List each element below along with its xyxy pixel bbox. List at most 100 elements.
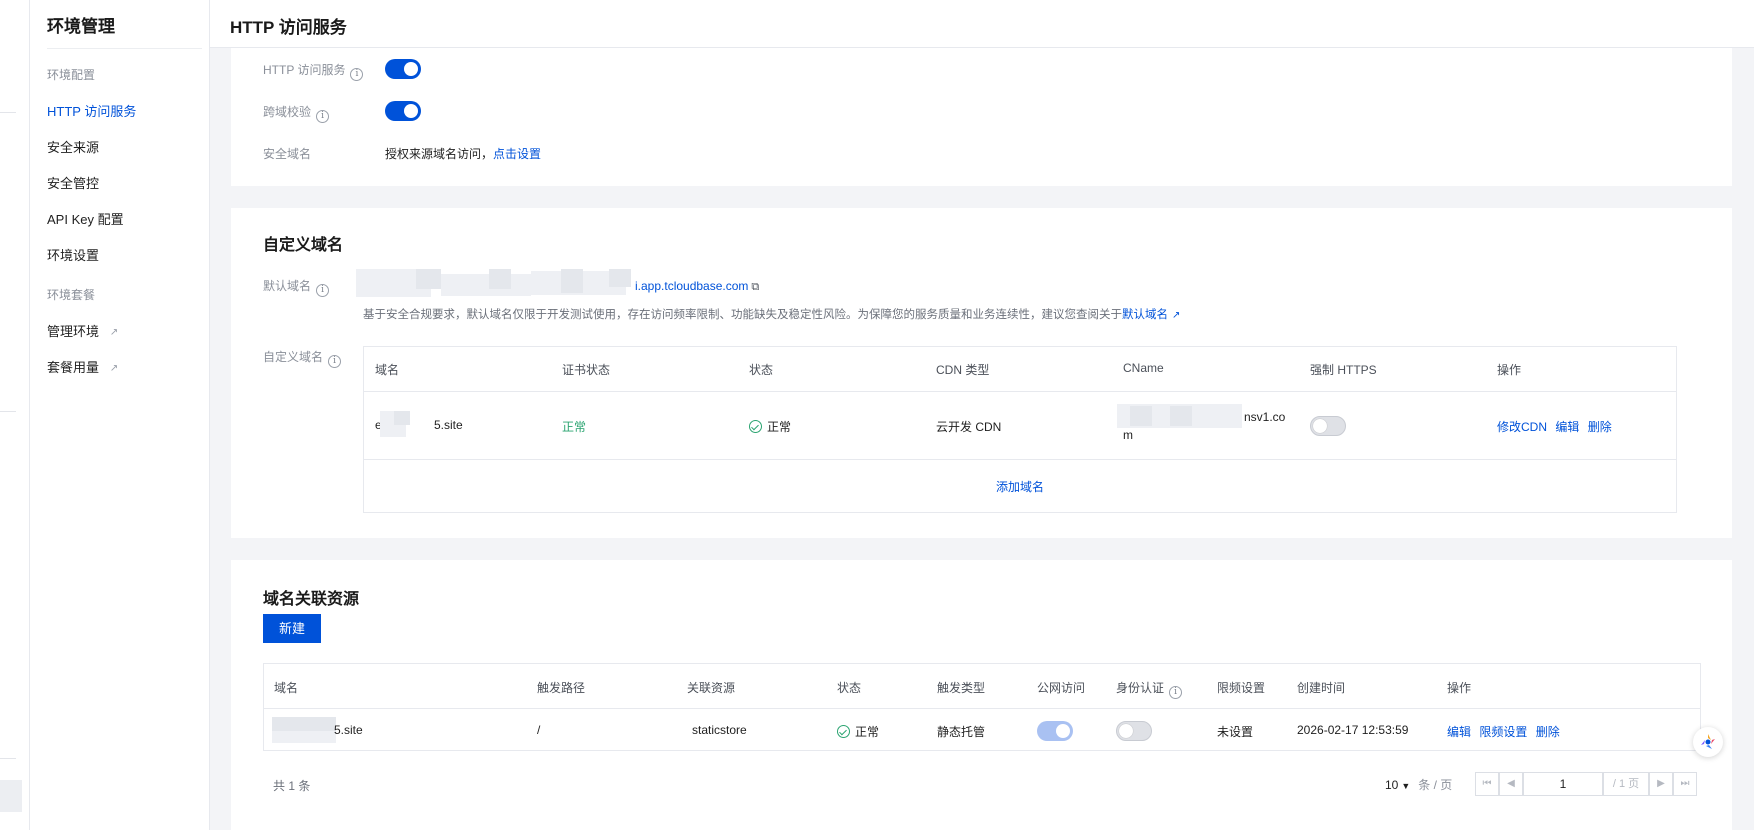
domain-suffix: 5.site (434, 418, 463, 432)
column-header: 状态 (837, 681, 862, 695)
column-header: 域名 (375, 363, 400, 377)
info-icon[interactable]: i (350, 68, 364, 81)
page-header: HTTP 访问服务 (210, 0, 1754, 48)
resource-link[interactable]: staticstore (692, 723, 747, 737)
default-domain-value: i.app.tcloudbase.com ⧉ (635, 279, 759, 294)
page-size-value: 10 (1385, 778, 1399, 792)
ai-assistant-button[interactable] (1693, 727, 1723, 757)
status-badge: 正常 (749, 418, 791, 435)
left-rail (0, 0, 30, 830)
info-icon[interactable]: i (328, 355, 342, 368)
external-link-icon: ↗ (1172, 310, 1181, 321)
add-domain-row: 添加域名 (364, 478, 1676, 495)
column-header: 强制 HTTPS (1310, 363, 1377, 377)
redacted-block (441, 274, 531, 296)
column-header: 身份认证 i (1116, 679, 1183, 699)
redacted-block (394, 411, 410, 425)
rail-collapse-button[interactable] (0, 780, 22, 812)
redacted-block (1130, 406, 1152, 426)
resources-table: 域名 触发路径 关联资源 状态 触发类型 公网访问 身份认证 i 限频设置 创建时… (263, 663, 1701, 751)
delete-link[interactable]: 删除 (1536, 725, 1560, 739)
column-header: CName (1123, 361, 1164, 375)
table-divider (364, 459, 1676, 460)
domain-resources-card: 域名关联资源 新建 域名 触发路径 关联资源 状态 触发类型 公网访问 身份认证… (231, 560, 1732, 830)
sidebar-item-env-settings[interactable]: 环境设置 (47, 245, 99, 264)
custom-domain-card: 自定义域名 默认域名 i i.app.tcloudbase.com ⧉ 基于安全合规… (231, 208, 1732, 538)
rate-limit-settings-link[interactable]: 限频设置 (1479, 725, 1527, 739)
page-title: HTTP 访问服务 (230, 18, 347, 37)
column-header: 操作 (1447, 681, 1472, 695)
default-domain-label-text: 默认域名 (263, 279, 312, 293)
sidebar-item-plan-usage[interactable]: 套餐用量 ↗ (47, 357, 121, 376)
default-domain-doc-link[interactable]: 默认域名 (1122, 309, 1168, 321)
http-service-toggle[interactable] (385, 59, 421, 79)
sidebar-item-api-key[interactable]: API Key 配置 (47, 209, 124, 228)
column-header: 状态 (749, 363, 774, 377)
sidebar-item-http-service[interactable]: HTTP 访问服务 (47, 101, 136, 120)
new-resource-button[interactable]: 新建 (263, 614, 321, 643)
settings-card: HTTP 访问服务 i 跨域校验 i 安全域名 授权来源域名访问，点击设置 (231, 48, 1732, 186)
prev-page-button[interactable]: ◀ (1499, 772, 1523, 796)
sidebar-group-config: 环境配置 (47, 68, 96, 82)
delete-link[interactable]: 删除 (1588, 420, 1612, 434)
redacted-block (489, 269, 511, 289)
custom-domain-label: 自定义域名 i (263, 348, 342, 368)
last-page-button[interactable]: ⏭ (1673, 772, 1697, 796)
redacted-block (609, 269, 631, 287)
page-size-unit: 条 / 页 (1418, 778, 1453, 792)
edit-link[interactable]: 编辑 (1447, 725, 1471, 739)
auth-toggle[interactable] (1116, 721, 1152, 741)
sidebar-group-plan: 环境套餐 (47, 288, 96, 302)
cname-suffix: nsv1.co (1244, 410, 1286, 424)
custom-domain-title: 自定义域名 (263, 237, 344, 254)
cert-status: 正常 (562, 420, 587, 434)
copy-icon[interactable]: ⧉ (751, 281, 759, 293)
http-service-label: HTTP 访问服务 i (263, 61, 364, 81)
column-header: 触发路径 (537, 681, 586, 695)
info-icon[interactable]: i (316, 110, 330, 123)
check-circle-icon (749, 420, 762, 433)
redacted-block (1170, 406, 1192, 426)
page-input[interactable]: 1 (1523, 772, 1603, 796)
domain-suffix: 5.site (334, 723, 363, 737)
default-domain-label: 默认域名 i (263, 277, 330, 297)
column-header: 公网访问 (1037, 681, 1086, 695)
safe-domain-value: 授权来源域名访问，点击设置 (385, 145, 541, 162)
safe-domain-label: 安全域名 (263, 147, 312, 161)
first-page-button[interactable]: ⏮ (1475, 772, 1499, 796)
sidebar: 环境管理 环境配置 HTTP 访问服务 安全来源 安全管控 API Key 配置… (30, 0, 210, 830)
next-page-button[interactable]: ▶ (1649, 772, 1673, 796)
sidebar-item-manage-env[interactable]: 管理环境 ↗ (47, 321, 121, 340)
status-text: 正常 (767, 420, 792, 434)
modify-cdn-link[interactable]: 修改CDN (1497, 420, 1547, 434)
column-header: 创建时间 (1297, 681, 1346, 695)
safe-domain-text: 授权来源域名访问， (385, 147, 494, 161)
public-access-toggle[interactable] (1037, 721, 1073, 741)
safe-domain-settings-link[interactable]: 点击设置 (493, 147, 541, 161)
default-domain-link[interactable]: i.app.tcloudbase.com (635, 279, 748, 293)
table-row: 5.site / staticstore 正常 静态托管 未设置 2026-02… (264, 709, 1700, 750)
column-header: 限频设置 (1217, 681, 1266, 695)
created-time: 2026-02-17 12:53:59 (1297, 723, 1409, 737)
cdn-type: 云开发 CDN (936, 420, 1002, 434)
add-domain-link[interactable]: 添加域名 (996, 480, 1044, 494)
sidebar-item-security-control[interactable]: 安全管控 (47, 173, 99, 192)
row-actions: 编辑 限频设置 删除 (1447, 723, 1560, 740)
domain-resources-title: 域名关联资源 (263, 591, 360, 608)
rail-divider (0, 758, 16, 759)
row-actions: 修改CDN 编辑 删除 (1497, 418, 1612, 435)
force-https-toggle[interactable] (1310, 416, 1346, 436)
sidebar-item-label: 管理环境 (47, 324, 100, 339)
trigger-path-link[interactable]: / (537, 723, 540, 737)
sidebar-item-label: 套餐用量 (47, 360, 100, 375)
info-icon[interactable]: i (1169, 686, 1183, 699)
info-icon[interactable]: i (316, 284, 330, 297)
rate-limit: 未设置 (1217, 725, 1254, 739)
edit-link[interactable]: 编辑 (1555, 420, 1579, 434)
page-size-select[interactable]: 10 ▼ 条 / 页 (1385, 776, 1452, 793)
column-header: 操作 (1497, 363, 1522, 377)
cors-toggle[interactable] (385, 101, 421, 121)
cname-tail: m (1123, 428, 1133, 442)
column-header-text: 身份认证 (1116, 681, 1165, 695)
sidebar-item-security-source[interactable]: 安全来源 (47, 137, 99, 156)
